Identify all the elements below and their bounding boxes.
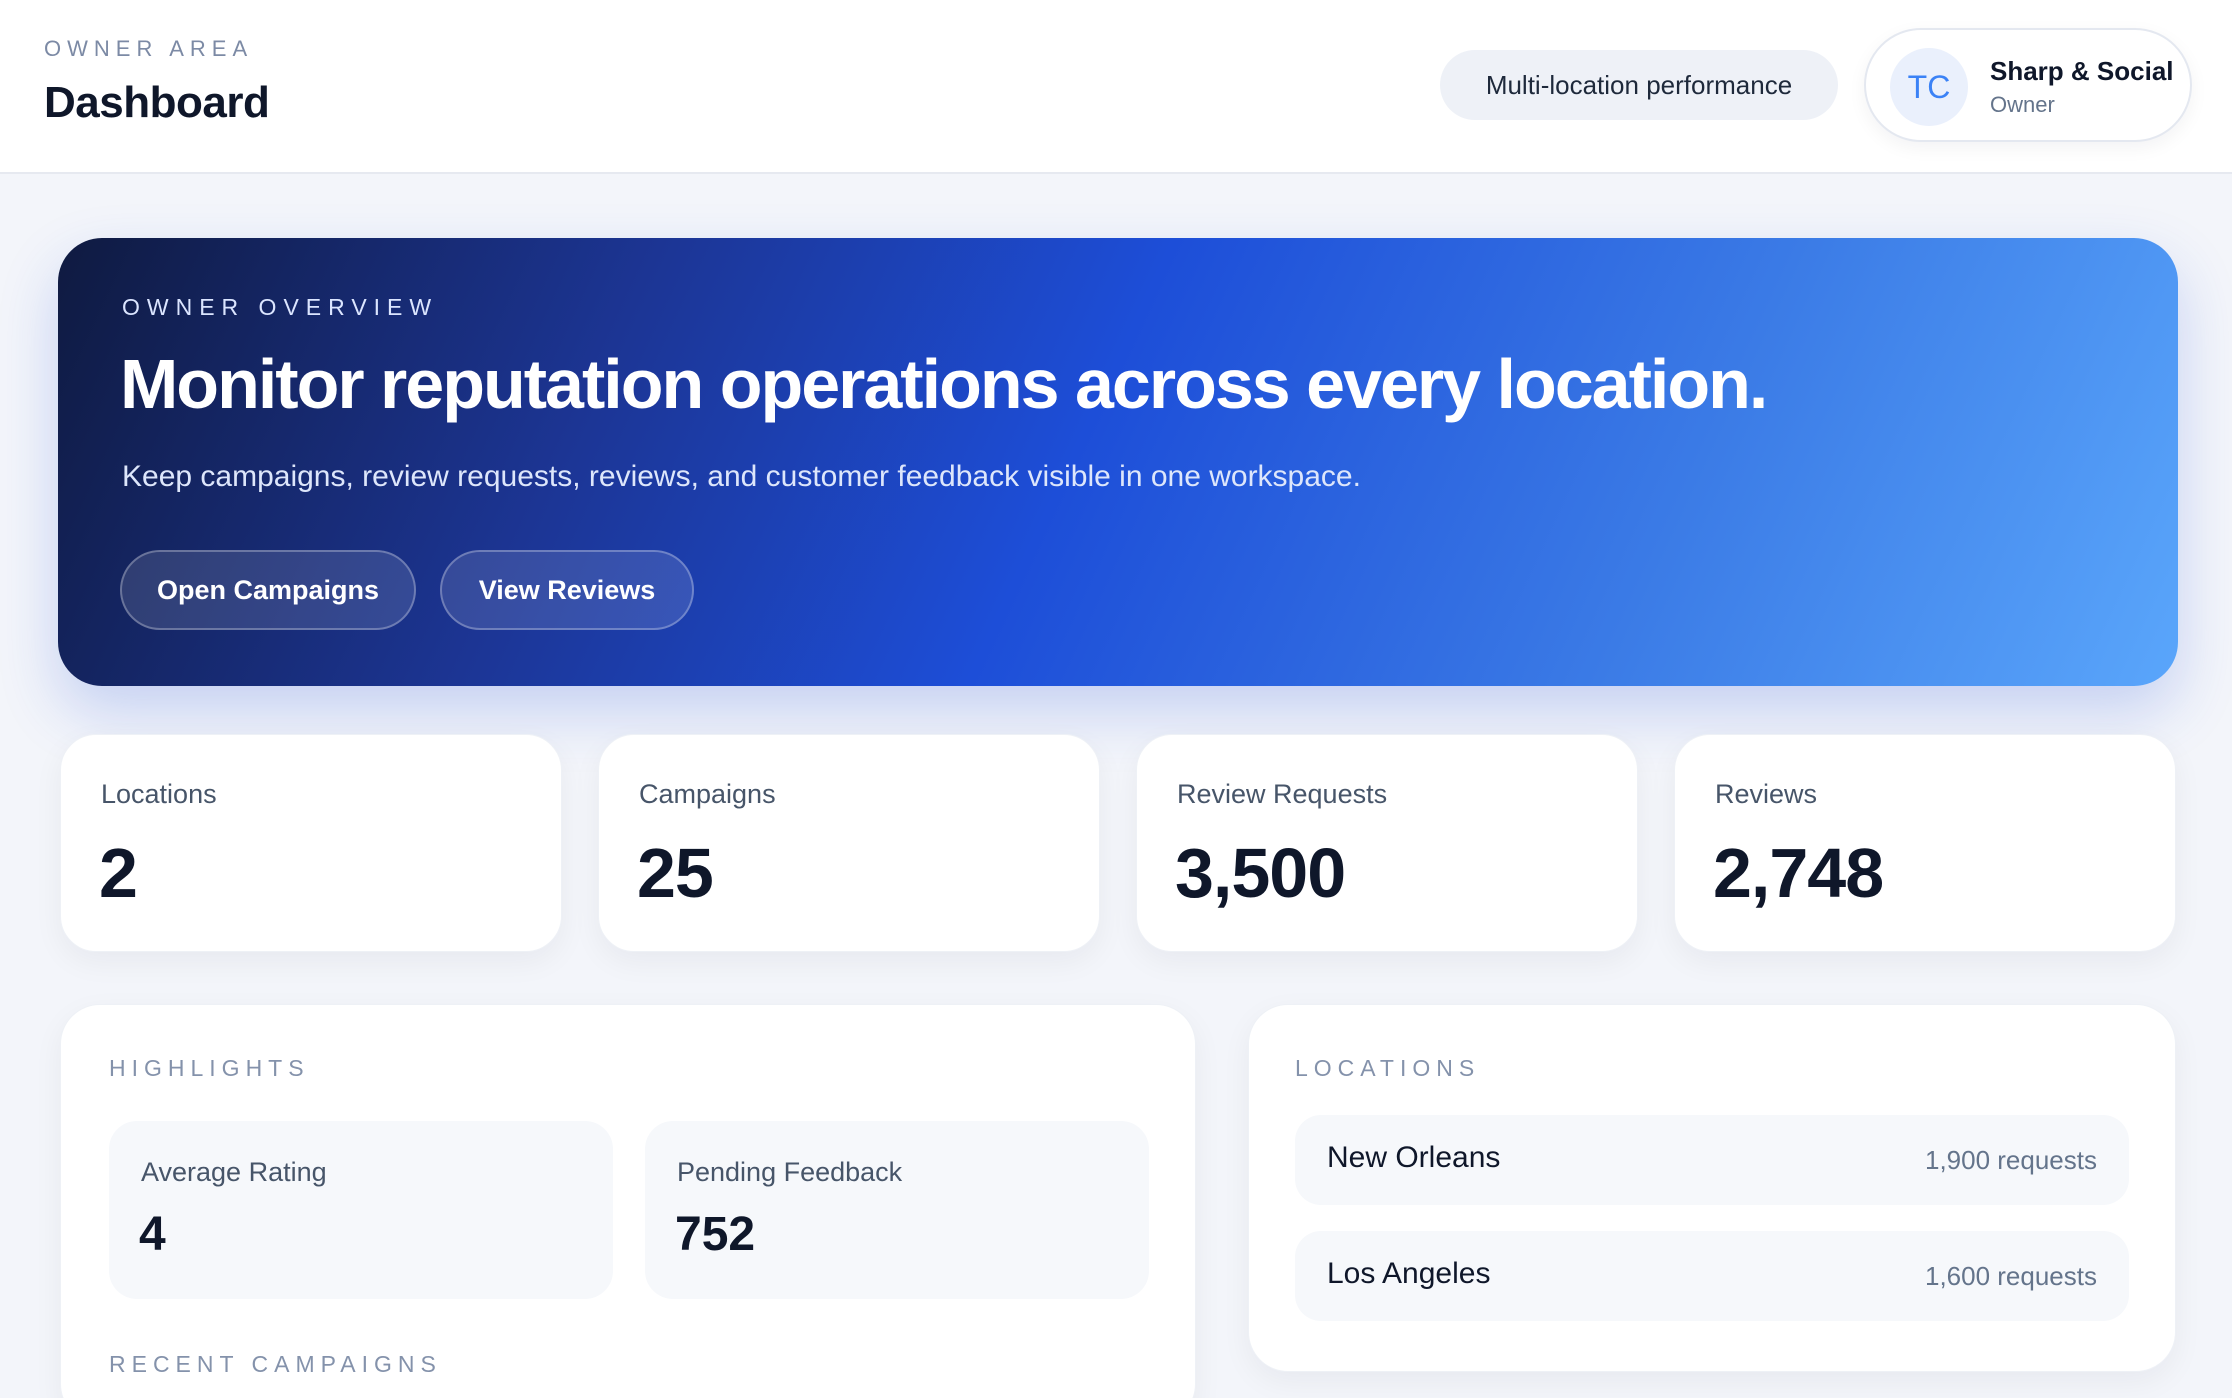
highlight-value: 752 (675, 1208, 756, 1261)
stat-card-review-requests: Review Requests 3,500 (1136, 734, 1638, 952)
performance-pill[interactable]: Multi-location performance (1440, 50, 1838, 120)
stat-value: 3,500 (1175, 834, 1346, 912)
stat-card-locations: Locations 2 (60, 734, 562, 952)
user-menu[interactable]: TC Sharp & Social Owner (1864, 28, 2192, 142)
location-name: New Orleans (1327, 1141, 1501, 1174)
hero-eyebrow: OWNER OVERVIEW (122, 294, 439, 320)
location-name: Los Angeles (1327, 1257, 1491, 1290)
view-reviews-button[interactable]: View Reviews (440, 550, 694, 630)
stat-value: 2,748 (1713, 834, 1884, 912)
top-bar: OWNER AREA Dashboard Multi-location perf… (0, 0, 2232, 174)
stat-label: Campaigns (639, 779, 776, 809)
stat-card-campaigns: Campaigns 25 (598, 734, 1100, 952)
location-requests: 1,600 requests (1924, 1261, 2097, 1291)
highlight-label: Pending Feedback (677, 1157, 903, 1187)
user-role: Owner (1990, 92, 2055, 117)
locations-panel: LOCATIONS New Orleans 1,900 requests Los… (1248, 1004, 2176, 1372)
location-row-los-angeles[interactable]: Los Angeles 1,600 requests (1295, 1231, 2129, 1321)
highlights-eyebrow: HIGHLIGHTS (109, 1055, 310, 1081)
hero-subtitle: Keep campaigns, review requests, reviews… (122, 460, 1361, 493)
stat-value: 2 (99, 834, 138, 912)
location-row-new-orleans[interactable]: New Orleans 1,900 requests (1295, 1115, 2129, 1205)
location-requests: 1,900 requests (1924, 1145, 2097, 1175)
recent-campaigns-eyebrow: RECENT CAMPAIGNS (109, 1351, 442, 1377)
highlight-value: 4 (139, 1208, 166, 1261)
open-campaigns-button[interactable]: Open Campaigns (120, 550, 416, 630)
highlight-label: Average Rating (141, 1157, 327, 1187)
area-eyebrow: OWNER AREA (44, 36, 254, 61)
stat-label: Reviews (1715, 779, 1818, 809)
user-name: Sharp & Social (1990, 56, 2174, 86)
stat-card-reviews: Reviews 2,748 (1674, 734, 2176, 952)
stat-label: Review Requests (1177, 779, 1388, 809)
stat-label: Locations (101, 779, 217, 809)
avatar: TC (1890, 48, 1968, 126)
highlight-card-average-rating: Average Rating 4 (109, 1121, 613, 1299)
page-title: Dashboard (44, 78, 270, 127)
hero-title: Monitor reputation operations across eve… (120, 345, 1768, 423)
highlights-panel: HIGHLIGHTS Average Rating 4 Pending Feed… (60, 1004, 1196, 1398)
owner-overview-hero: OWNER OVERVIEW Monitor reputation operat… (58, 238, 2178, 686)
stat-value: 25 (637, 834, 714, 912)
highlight-card-pending-feedback: Pending Feedback 752 (645, 1121, 1149, 1299)
locations-eyebrow: LOCATIONS (1295, 1055, 1481, 1081)
